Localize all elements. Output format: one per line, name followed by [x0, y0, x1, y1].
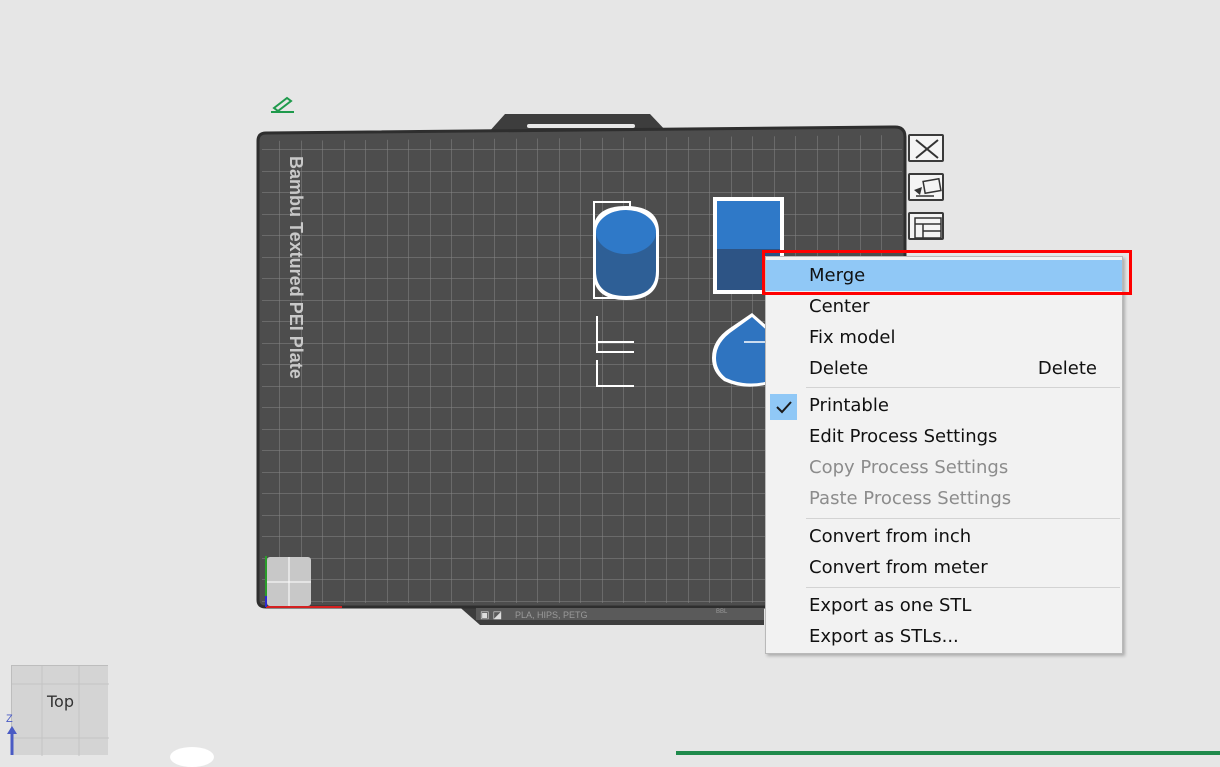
- menu-separator: [806, 587, 1120, 588]
- plate-label: Bambu Textured PEI Plate: [286, 156, 306, 379]
- menu-item-delete[interactable]: Delete Delete: [766, 353, 1122, 384]
- menu-item-label: Fix model: [809, 327, 896, 348]
- menu-item-label: Delete: [809, 358, 869, 379]
- plate-tab-handle: [527, 124, 635, 128]
- z-axis-label: Z: [6, 713, 13, 725]
- menu-item-label: Merge: [809, 265, 866, 286]
- view-orientation-cube[interactable]: Top: [11, 665, 109, 756]
- z-axis-indicator: Z: [6, 713, 17, 755]
- close-icon: [915, 139, 939, 159]
- menu-item-shortcut: Delete: [1037, 358, 1097, 379]
- view-cube-grid: [12, 666, 109, 756]
- edit-plate-name-icon[interactable]: [271, 96, 294, 113]
- menu-item-convert-from-meter[interactable]: Convert from meter: [766, 552, 1122, 583]
- arrange-icon: [914, 177, 942, 197]
- layout-icon: [914, 217, 942, 239]
- menu-item-label: Convert from inch: [809, 526, 972, 547]
- cylinder-model[interactable]: [593, 201, 659, 300]
- menu-item-convert-from-inch[interactable]: Convert from inch: [766, 521, 1122, 552]
- menu-item-label: Edit Process Settings: [809, 426, 998, 447]
- menu-item-label: Export as STLs...: [809, 626, 959, 647]
- menu-item-label: Convert from meter: [809, 557, 988, 578]
- menu-item-label: Paste Process Settings: [809, 488, 1012, 509]
- plate-bottom-strip-right-text: BBL: [716, 609, 728, 615]
- menu-item-copy-process-settings[interactable]: Copy Process Settings: [766, 452, 1122, 483]
- context-menu: Merge Center Fix model Delete Delete Pri…: [765, 256, 1123, 654]
- menu-item-center[interactable]: Center: [766, 291, 1122, 322]
- checkmark-icon: [770, 394, 797, 420]
- menu-item-label: Export as one STL: [809, 595, 972, 616]
- bottom-status-bar: [676, 751, 1220, 755]
- menu-item-label: Copy Process Settings: [809, 457, 1009, 478]
- menu-separator: [806, 387, 1120, 388]
- remove-plate-button[interactable]: [908, 134, 944, 162]
- plate-bottom-icons: ▣ ◪: [480, 610, 502, 621]
- auto-arrange-button[interactable]: [908, 173, 944, 201]
- menu-item-label: Center: [809, 296, 870, 317]
- menu-item-label: Printable: [809, 395, 889, 416]
- bottom-left-widget: [170, 747, 214, 767]
- menu-separator: [806, 518, 1120, 519]
- plate-bottom-strip-text: PLA, HIPS, PETG: [515, 610, 588, 620]
- menu-item-paste-process-settings[interactable]: Paste Process Settings: [766, 483, 1122, 514]
- menu-item-merge[interactable]: Merge: [766, 260, 1122, 291]
- menu-item-edit-process-settings[interactable]: Edit Process Settings: [766, 421, 1122, 452]
- menu-item-fix-model[interactable]: Fix model: [766, 322, 1122, 353]
- menu-item-printable[interactable]: Printable: [766, 390, 1122, 421]
- menu-item-export-as-stls[interactable]: Export as STLs...: [766, 621, 1122, 652]
- plate-settings-button[interactable]: [908, 212, 944, 240]
- menu-item-export-as-one-stl[interactable]: Export as one STL: [766, 590, 1122, 621]
